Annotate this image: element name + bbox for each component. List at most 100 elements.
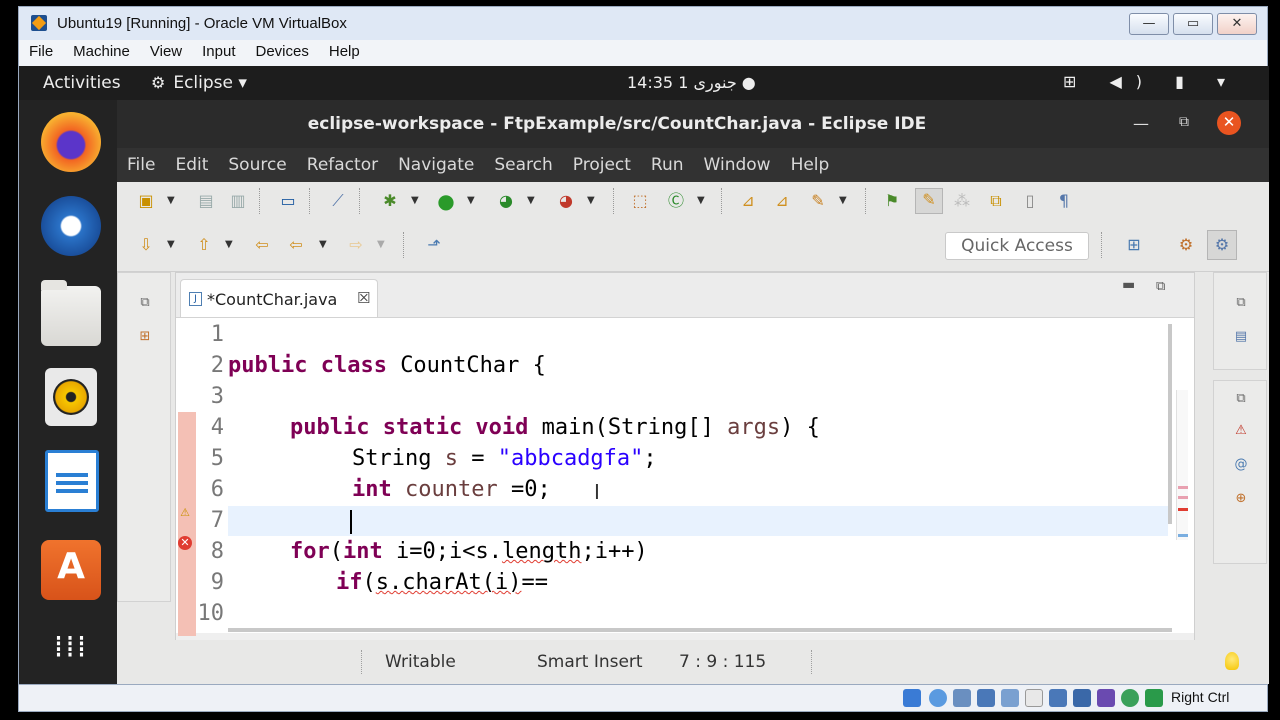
usb-icon[interactable] [1001,689,1019,707]
vbox-minimize-button[interactable]: — [1129,13,1169,35]
thunderbird-icon[interactable] [41,196,101,256]
external-tools-dropdown-icon[interactable]: ▼ [587,190,599,212]
problems-icon[interactable]: ⚠ [1232,423,1250,441]
restore-icon[interactable]: ⧉ [136,295,154,313]
java-ee-perspective-icon[interactable]: ⚙ [1175,234,1197,256]
vbox-maximize-button[interactable]: ▭ [1173,13,1213,35]
run-icon[interactable]: ● [435,190,457,212]
system-tray[interactable]: ⊞ ◀) ▮ ▾ [1063,72,1239,91]
hard-disk-icon[interactable] [903,689,921,707]
run-dropdown-icon[interactable]: ▼ [467,190,479,212]
vertical-scrollbar[interactable] [1168,324,1172,524]
menu-window[interactable]: Window [694,148,781,175]
eclipse-minimize-icon[interactable]: — [1133,114,1149,133]
menu-file[interactable]: File [117,148,165,175]
overview-marker[interactable] [1178,486,1188,489]
libreoffice-writer-icon[interactable] [45,450,99,512]
declaration-icon[interactable]: ⊕ [1232,491,1250,509]
previous-annotation-dropdown-icon[interactable]: ▼ [225,234,237,256]
quick-access-input[interactable]: Quick Access [945,232,1089,260]
restore-icon[interactable]: ⧉ [1232,391,1250,409]
vbox-menu-devices[interactable]: Devices [246,40,319,60]
display-icon[interactable] [1049,689,1067,707]
last-edit-location-icon[interactable]: ⇦ [251,234,273,256]
menu-search[interactable]: Search [484,148,562,175]
horizontal-scrollbar[interactable] [228,628,1172,632]
java-perspective-icon[interactable]: ⚙ [1207,230,1237,260]
app-menu[interactable]: ⚙ Eclipse ▾ [151,73,247,93]
restore-icon[interactable]: ⧉ [1232,295,1250,313]
shared-folders-icon[interactable] [1025,689,1043,707]
search-icon[interactable]: ✎ [807,190,829,212]
toggle-word-wrap-icon[interactable]: ⧉ [985,190,1007,212]
minimize-view-icon[interactable]: ▬ [1122,277,1135,293]
vbox-menu-view[interactable]: View [140,40,192,60]
new-class-icon[interactable]: Ⓒ [665,190,687,212]
maximize-view-icon[interactable]: ⧉ [1156,279,1165,294]
open-perspective-icon[interactable]: ⊞ [1123,234,1145,256]
menu-source[interactable]: Source [218,148,296,175]
new-class-dropdown-icon[interactable]: ▼ [697,190,709,212]
overview-marker[interactable] [1178,508,1188,511]
vbox-menu-help[interactable]: Help [319,40,370,60]
ubuntu-software-icon[interactable]: A [41,540,101,600]
toggle-mark-occurrences-icon[interactable]: ✎ [915,188,943,214]
coverage-dropdown-icon[interactable]: ▼ [527,190,539,212]
debug-icon[interactable]: ✱ [379,190,401,212]
eclipse-restore-icon[interactable]: ⧉ [1179,114,1189,130]
search-dropdown-icon[interactable]: ▼ [839,190,851,212]
open-type-icon[interactable]: ⊿ [737,190,759,212]
activities-button[interactable]: Activities [43,73,121,93]
coverage-icon[interactable]: ◕ [495,190,517,212]
menu-project[interactable]: Project [563,148,641,175]
vbox-menu-machine[interactable]: Machine [63,40,140,60]
menu-refactor[interactable]: Refactor [297,148,388,175]
save-icon[interactable]: ▤ [195,190,217,212]
next-annotation-dropdown-icon[interactable]: ▼ [167,234,179,256]
menu-edit[interactable]: Edit [165,148,218,175]
code-editor[interactable]: ⚠ ✕ 1 2 3 4 5 6 7 8 9 10 public class Co… [176,317,1194,636]
overview-marker[interactable] [1178,496,1188,499]
external-tools-icon[interactable]: ◕ [555,190,577,212]
menu-navigate[interactable]: Navigate [388,148,484,175]
new-icon[interactable]: ▣ [135,190,157,212]
vbox-menu-file[interactable]: File [19,40,63,60]
terminal-icon[interactable]: ▭ [277,190,299,212]
overview-ruler[interactable] [1176,390,1188,540]
close-tab-icon[interactable]: ☒ [357,289,370,307]
pin-editor-icon[interactable]: ⬏ [423,234,445,256]
menu-help[interactable]: Help [781,148,840,175]
previous-annotation-icon[interactable]: ⇧ [193,234,215,256]
eclipse-close-icon[interactable]: ✕ [1217,111,1241,135]
rhythmbox-icon[interactable] [45,368,97,426]
files-icon[interactable] [41,280,101,346]
task-list-icon[interactable]: ▤ [1232,329,1250,347]
package-explorer-icon[interactable]: ⊞ [136,329,154,347]
firefox-icon[interactable] [41,112,101,172]
vbox-menu-input[interactable]: Input [192,40,245,60]
overview-marker[interactable] [1178,534,1188,537]
debug-dropdown-icon[interactable]: ▼ [411,190,423,212]
warning-marker-icon[interactable]: ⚠ [178,506,192,520]
show-whitespace-icon[interactable]: ▯ [1019,190,1041,212]
open-task-icon[interactable]: ⊿ [771,190,793,212]
toggle-ant-icon[interactable]: ⚑ [881,190,903,212]
network-icon[interactable] [977,689,995,707]
vbox-close-button[interactable]: ✕ [1217,13,1257,35]
forward-icon[interactable]: ⇨ [345,234,367,256]
javadoc-icon[interactable]: @ [1232,457,1250,475]
next-annotation-icon[interactable]: ⇩ [135,234,157,256]
new-package-icon[interactable]: ⬚ [629,190,651,212]
video-capture-icon[interactable] [1073,689,1091,707]
optical-drive-icon[interactable] [929,689,947,707]
guest-additions-icon[interactable] [1121,689,1139,707]
tip-bulb-icon[interactable] [1225,652,1239,670]
back-icon[interactable]: ⇦ [285,234,307,256]
vt-x-icon[interactable] [1097,689,1115,707]
toggle-block-selection-icon[interactable]: ⁂ [951,190,973,212]
host-key-icon[interactable] [1145,689,1163,707]
forward-dropdown-icon[interactable]: ▼ [377,234,389,256]
new-dropdown-icon[interactable]: ▼ [167,190,179,212]
save-all-icon[interactable]: ▥ [227,190,249,212]
editor-tab-countchar[interactable]: J *CountChar.java ☒ [180,279,378,317]
